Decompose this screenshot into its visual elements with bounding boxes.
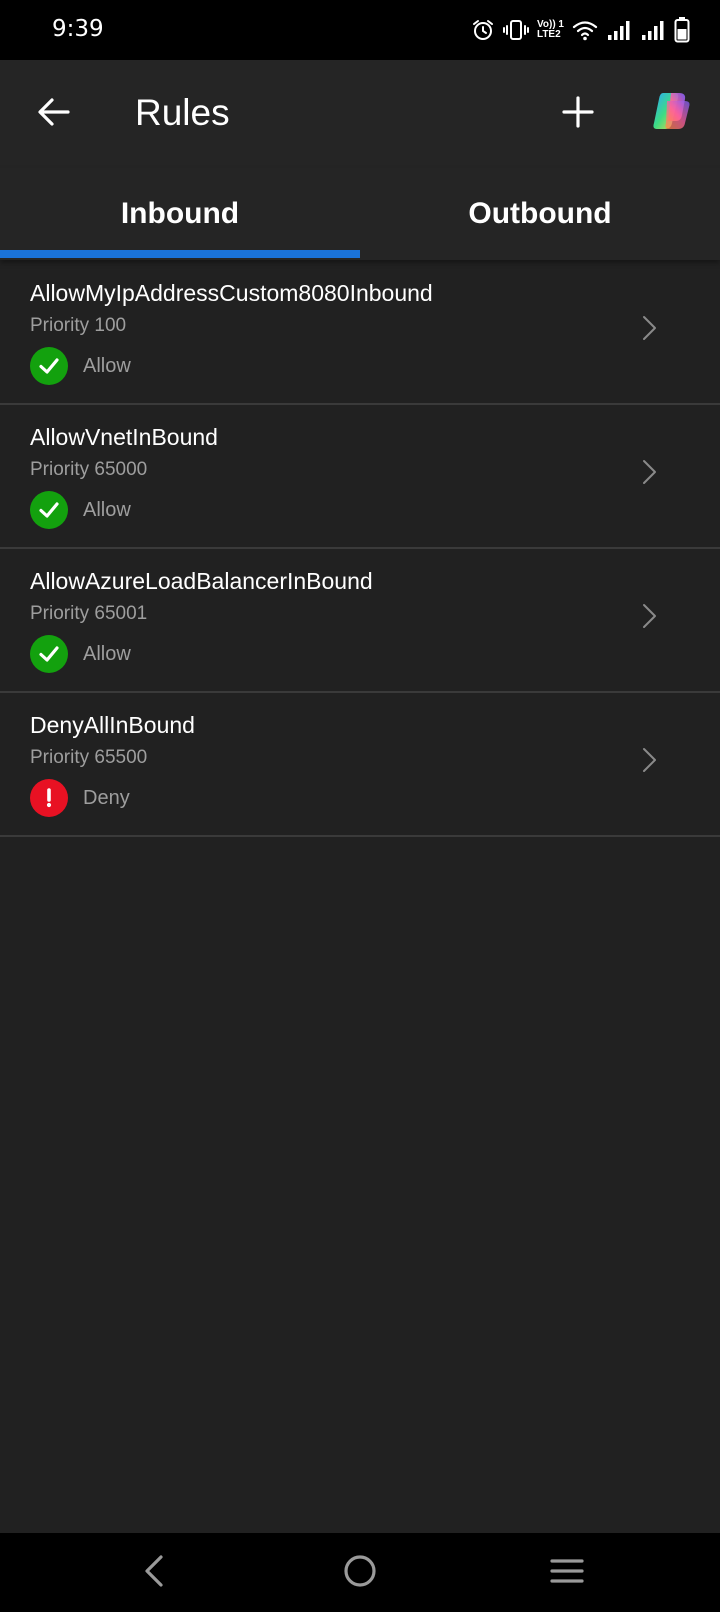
vibrate-icon — [502, 18, 529, 42]
checkmark-icon — [30, 635, 68, 673]
status-icons: Vo)) 1 LTE2 — [471, 16, 690, 44]
alarm-icon — [471, 18, 495, 42]
rule-row[interactable]: AllowAzureLoadBalancerInBound Priority 6… — [0, 549, 720, 693]
rule-priority: Priority 65001 — [30, 603, 148, 624]
nav-menu-icon — [549, 1556, 585, 1591]
rule-action-label: Deny — [83, 786, 130, 809]
rule-status: Allow — [30, 635, 131, 673]
nav-back-icon — [139, 1553, 169, 1594]
app-bar: Rules — [0, 60, 720, 168]
rule-status: Deny — [30, 779, 130, 817]
wifi-icon — [572, 18, 598, 42]
tab-selected-indicator — [0, 250, 360, 258]
rule-status: Allow — [30, 347, 131, 385]
back-button[interactable] — [28, 88, 80, 140]
rule-action-label: Allow — [83, 498, 131, 521]
tab-inbound[interactable]: Inbound — [0, 168, 360, 260]
rule-row[interactable]: AllowVnetInBound Priority 65000 Allow — [0, 405, 720, 549]
copilot-icon — [649, 89, 693, 138]
system-nav-bar — [0, 1533, 720, 1612]
battery-icon — [674, 17, 690, 43]
rule-name: DenyAllInBound — [30, 712, 195, 738]
checkmark-icon — [30, 347, 68, 385]
rule-priority: Priority 65500 — [30, 747, 148, 768]
signal-icon — [606, 18, 632, 42]
nav-home-icon — [342, 1553, 378, 1594]
checkmark-icon — [30, 491, 68, 529]
volte-icon: Vo)) 1 LTE2 — [537, 20, 564, 40]
rule-list: AllowMyIpAddressCustom8080Inbound Priori… — [0, 261, 720, 837]
rule-status: Allow — [30, 491, 131, 529]
page-title: Rules — [135, 92, 230, 133]
rule-row[interactable]: AllowMyIpAddressCustom8080Inbound Priori… — [0, 261, 720, 405]
chevron-right-icon — [634, 313, 664, 343]
plus-icon — [561, 95, 595, 134]
rule-name: AllowAzureLoadBalancerInBound — [30, 568, 373, 594]
rule-action-label: Allow — [83, 642, 131, 665]
chevron-right-icon — [634, 745, 664, 775]
copilot-button[interactable] — [644, 86, 698, 140]
rule-priority: Priority 65000 — [30, 459, 148, 480]
rule-name: AllowVnetInBound — [30, 424, 218, 450]
volte-label-line2: LTE2 — [536, 29, 561, 40]
rule-row[interactable]: DenyAllInBound Priority 65500 Deny — [0, 693, 720, 837]
status-bar: 9:39 Vo)) 1 LTE2 — [0, 0, 720, 60]
chevron-right-icon — [634, 457, 664, 487]
tab-bar: Inbound Outbound — [0, 168, 720, 260]
rule-priority: Priority 100 — [30, 315, 127, 336]
status-time: 9:39 — [52, 16, 104, 42]
nav-back-button[interactable] — [124, 1547, 184, 1599]
add-rule-button[interactable] — [552, 88, 604, 140]
rule-name: AllowMyIpAddressCustom8080Inbound — [30, 280, 433, 306]
signal-icon — [640, 18, 666, 42]
rule-action-label: Allow — [83, 354, 131, 377]
nav-menu-button[interactable] — [537, 1547, 597, 1599]
arrow-left-icon — [36, 94, 72, 135]
exclamation-icon — [30, 779, 68, 817]
chevron-right-icon — [634, 601, 664, 631]
nav-home-button[interactable] — [330, 1547, 390, 1599]
tab-outbound[interactable]: Outbound — [360, 168, 720, 260]
